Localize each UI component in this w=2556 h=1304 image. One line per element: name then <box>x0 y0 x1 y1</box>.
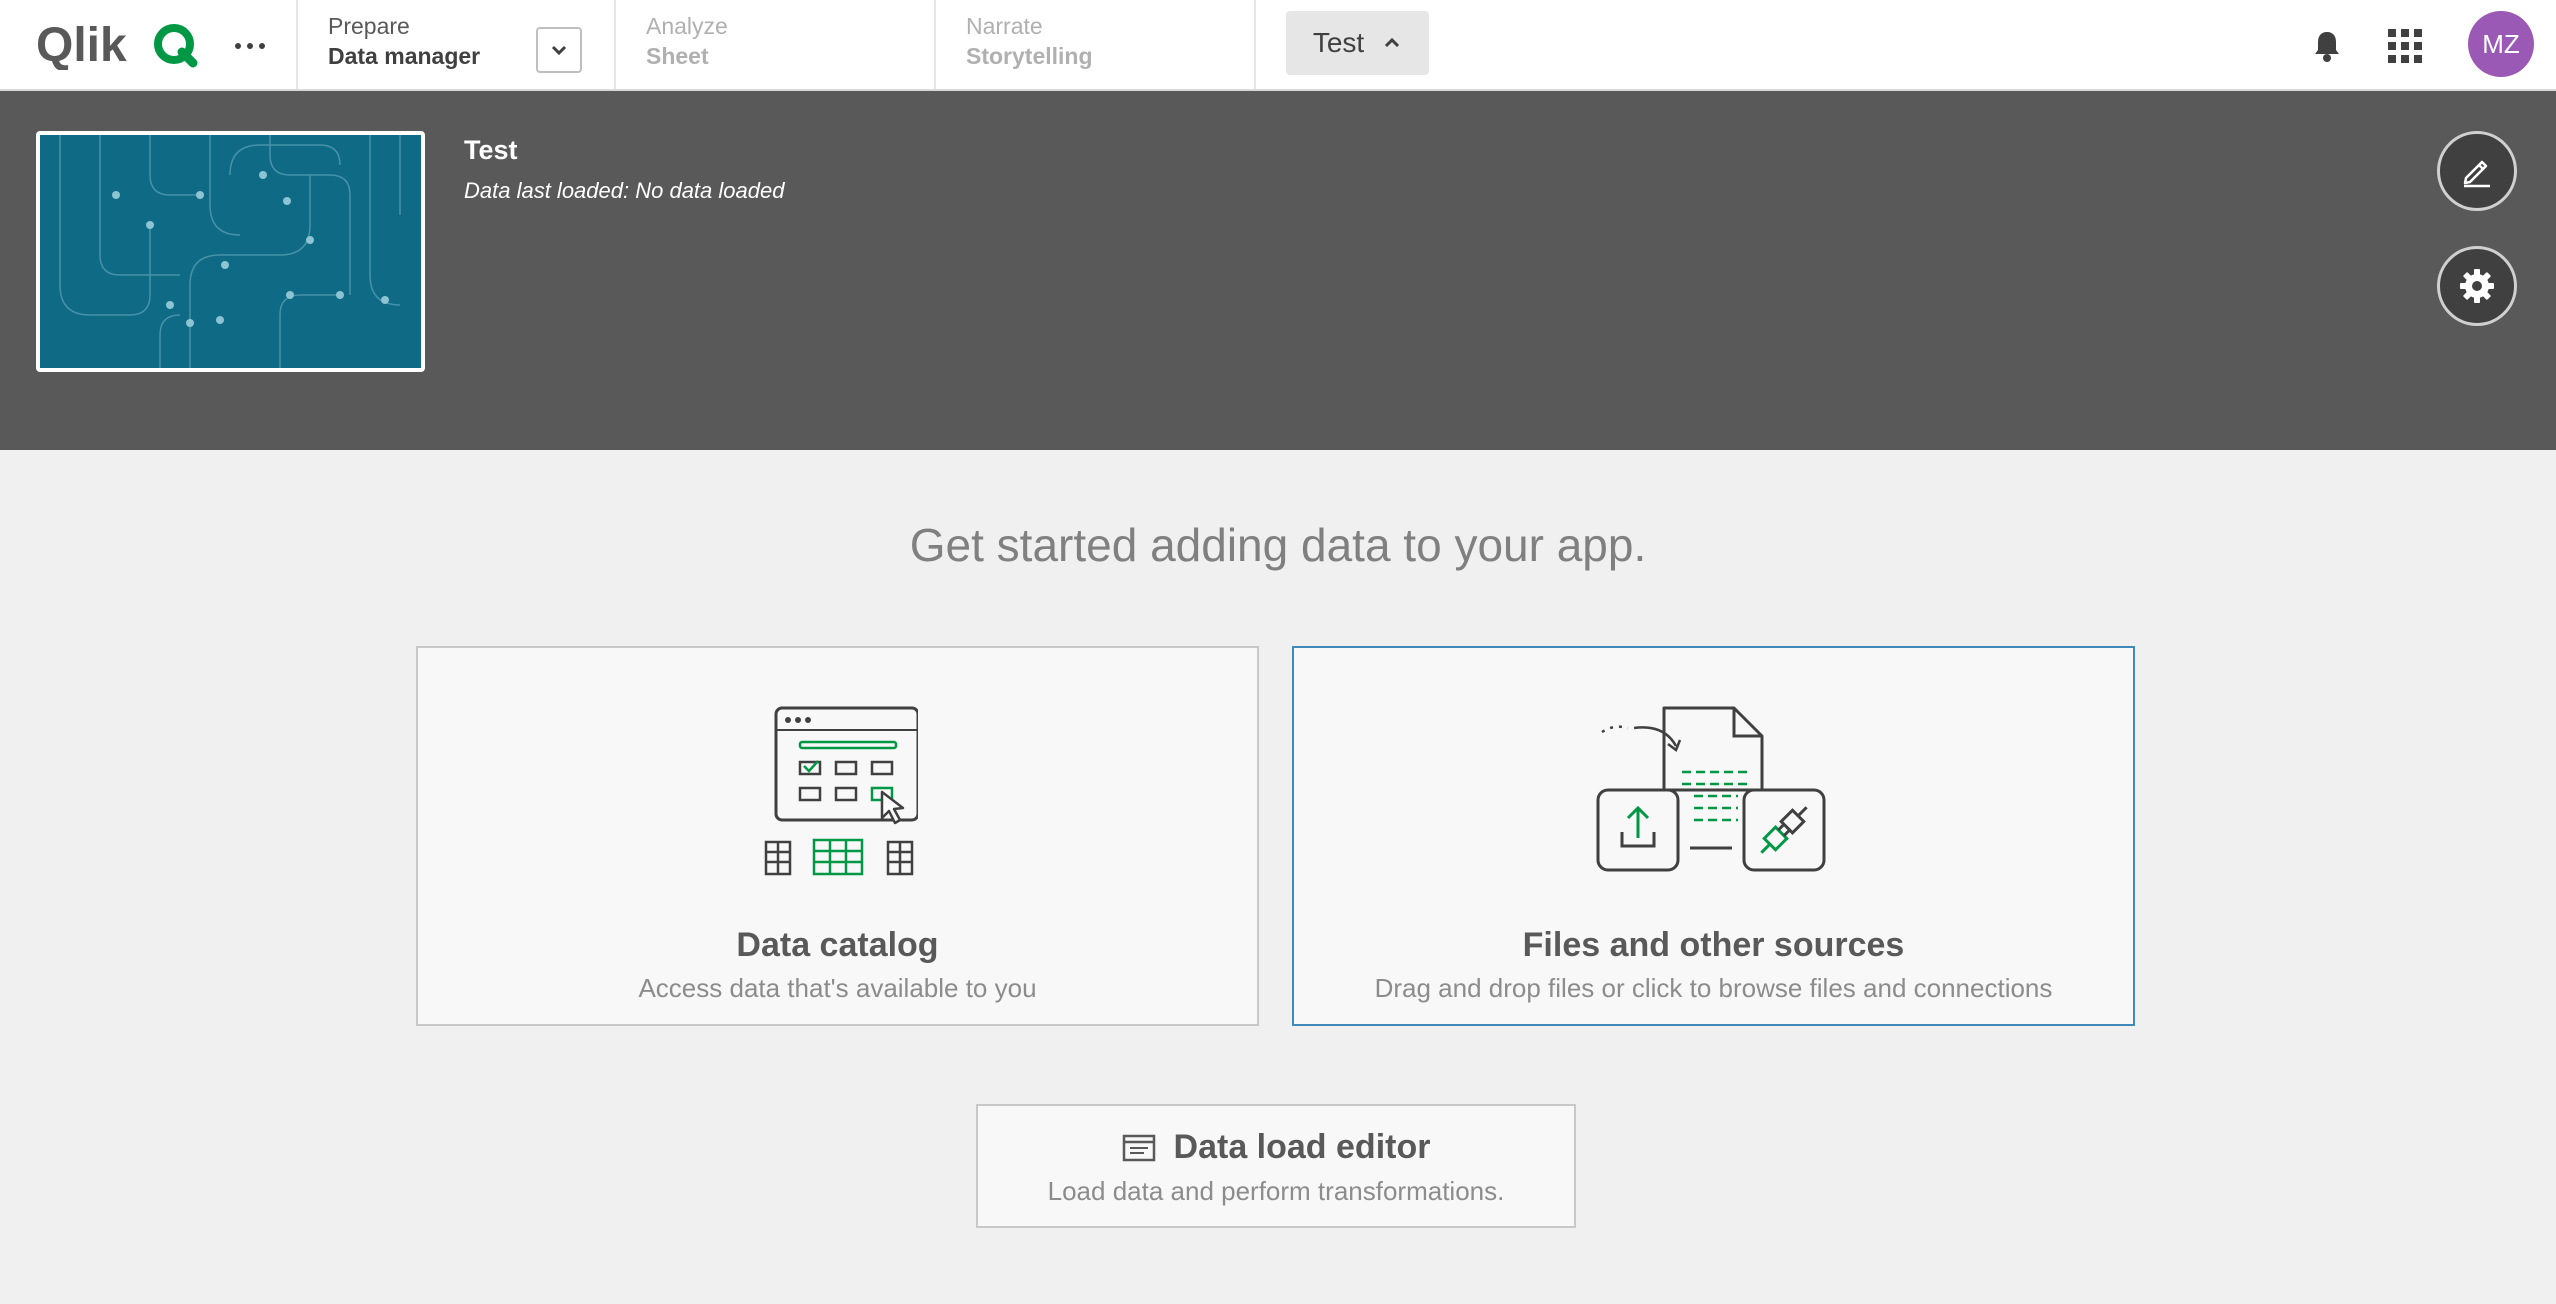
nav-narrate-label: Narrate <box>966 13 1043 39</box>
nav-prepare-label: Prepare <box>328 13 410 39</box>
bell-icon[interactable] <box>2303 22 2351 70</box>
app-selector-button[interactable]: Test <box>1286 11 1429 75</box>
nav-narrate-value: Storytelling <box>966 43 1093 69</box>
data-catalog-description: Access data that's available to you <box>638 973 1037 1003</box>
top-bar: Qlik Prepare Data manager Analyze Sheet … <box>0 0 2556 91</box>
prepare-dropdown-button[interactable] <box>536 27 582 73</box>
data-catalog-icon <box>764 706 918 876</box>
apps-grid-icon[interactable] <box>2381 22 2429 70</box>
avatar[interactable]: MZ <box>2468 11 2534 77</box>
data-catalog-title: Data catalog <box>736 926 939 964</box>
nav-prepare-value: Data manager <box>328 43 481 69</box>
nav-narrate[interactable]: Narrate Storytelling <box>934 0 1256 89</box>
files-sources-description: Drag and drop files or click to browse f… <box>1374 973 2053 1003</box>
get-started-headline: Get started adding data to your app. <box>909 519 1647 571</box>
avatar-initials: MZ <box>2482 28 2520 59</box>
data-load-editor-description: Load data and perform transformations. <box>1047 1176 1505 1206</box>
gear-icon <box>2460 269 2494 303</box>
pencil-icon <box>2463 160 2490 188</box>
nav-analyze[interactable]: Analyze Sheet <box>614 0 936 89</box>
chevron-down-icon <box>551 45 567 56</box>
app-settings-button[interactable] <box>2437 246 2517 326</box>
nav-analyze-value: Sheet <box>646 43 709 69</box>
app-title: Test <box>464 135 518 165</box>
data-catalog-card[interactable]: Data catalog Access data that's availabl… <box>416 646 1259 1026</box>
qlik-logo[interactable]: Qlik <box>36 18 201 70</box>
files-sources-title: Files and other sources <box>1522 926 1905 964</box>
script-editor-icon <box>1122 1134 1155 1161</box>
data-load-editor-title: Data load editor <box>1173 1128 1431 1166</box>
circuit-pattern-image <box>59 135 401 368</box>
more-dots-icon[interactable] <box>226 22 274 70</box>
app-thumbnail[interactable] <box>36 131 425 372</box>
files-sources-card[interactable]: Files and other sources Drag and drop fi… <box>1292 646 2135 1026</box>
data-load-status: Data last loaded: No data loaded <box>464 178 785 203</box>
chevron-up-icon <box>1385 37 1400 48</box>
app-selector-label: Test <box>1312 27 1365 58</box>
data-load-editor-button[interactable]: Data load editor Load data and perform t… <box>976 1104 1576 1228</box>
files-and-sources-icon <box>1596 706 1825 872</box>
svg-text:Qlik: Qlik <box>36 19 127 70</box>
nav-analyze-label: Analyze <box>646 13 728 39</box>
edit-app-button[interactable] <box>2437 131 2517 211</box>
app-header: Test Data last loaded: No data loaded <box>0 91 2556 450</box>
data-load-editor-title-row: Data load editor <box>978 1128 1574 1167</box>
